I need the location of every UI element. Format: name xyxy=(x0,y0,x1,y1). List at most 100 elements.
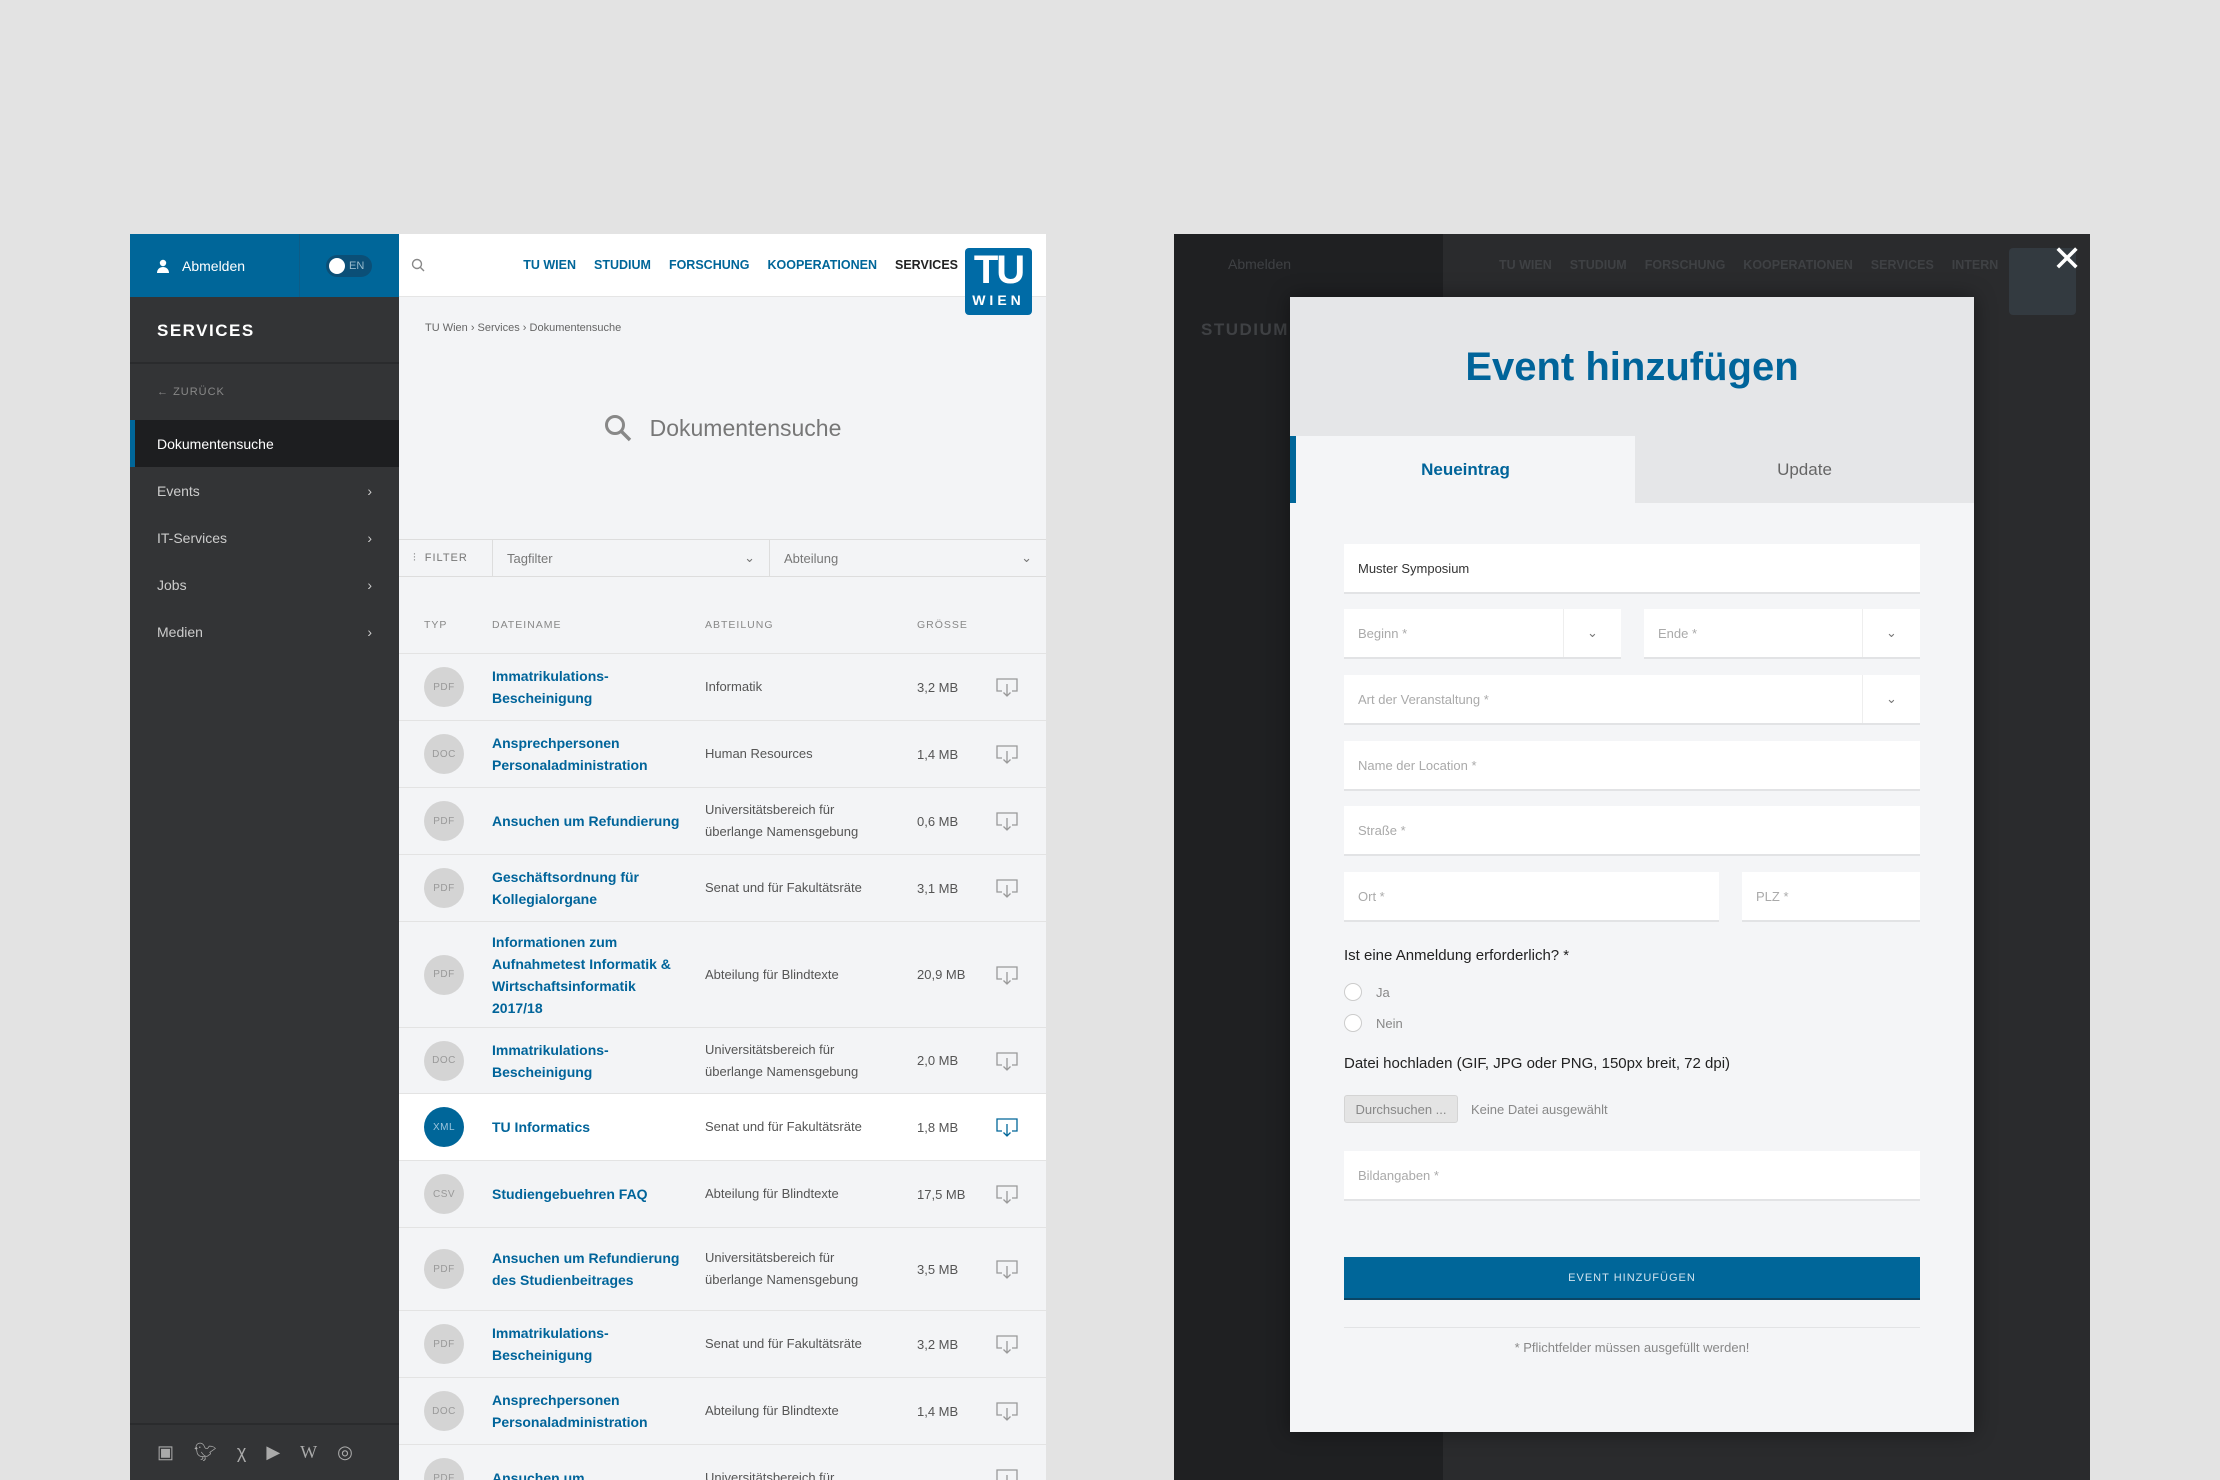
table-row[interactable]: PDF Ansuchen um Refundierung des Studien… xyxy=(399,1228,1046,1311)
end-select[interactable]: Ende * ⌄ xyxy=(1644,609,1920,659)
nav-services[interactable]: SERVICES xyxy=(895,258,958,272)
download-icon[interactable] xyxy=(995,1468,1019,1480)
department: Informatik xyxy=(705,679,763,694)
document-search-screen: Abmelden EN SERVICES ← ZURÜCK Dokumenten… xyxy=(130,234,1046,1480)
issuu-icon[interactable]: ◎ xyxy=(337,1442,353,1463)
tu-wien-logo[interactable]: TU WIEN xyxy=(965,248,1032,315)
nav-studium[interactable]: STUDIUM xyxy=(594,258,651,272)
logo-subtext: WIEN xyxy=(972,292,1025,308)
twitter-icon[interactable]: 🐦︎ xyxy=(194,1442,217,1463)
nav-kooperationen[interactable]: KOOPERATIONEN xyxy=(768,258,878,272)
sidebar-item-it-services[interactable]: IT-Services › xyxy=(130,514,399,561)
download-icon[interactable] xyxy=(995,1184,1019,1204)
download-icon[interactable] xyxy=(995,1334,1019,1354)
radio-no[interactable]: Nein xyxy=(1344,1014,1403,1032)
file-name-link[interactable]: Immatrikulations-Bescheinigung xyxy=(492,1039,682,1083)
table-row[interactable]: PDF Geschäftsordnung für Kollegialorgane… xyxy=(399,855,1046,922)
sidebar-item-events[interactable]: Events › xyxy=(130,467,399,514)
file-name-link[interactable]: Informationen zum Aufnahmetest Informati… xyxy=(492,931,682,1019)
file-name-link[interactable]: Ansuchen um Refundierung des Studienbeit… xyxy=(492,1247,682,1291)
download-icon[interactable] xyxy=(995,744,1019,764)
download-icon[interactable] xyxy=(995,1051,1019,1071)
department: Senat und für Fakultätsräte xyxy=(705,1336,862,1351)
table-row[interactable]: DOC Ansprechpersonen Personaladministrat… xyxy=(399,1378,1046,1445)
file-name-link[interactable]: Ansuchen um xyxy=(492,1467,682,1480)
document-search-field[interactable]: Dokumentensuche xyxy=(399,414,1046,442)
logout-button[interactable]: Abmelden xyxy=(130,234,300,297)
image-info-input[interactable]: Bildangaben * xyxy=(1344,1151,1920,1201)
close-modal-button[interactable]: ✕ xyxy=(2052,238,2082,280)
download-icon[interactable] xyxy=(995,878,1019,898)
download-icon[interactable] xyxy=(995,677,1019,697)
department: Senat und für Fakultätsräte xyxy=(705,1119,862,1134)
registration-question: Ist eine Anmeldung erforderlich? * xyxy=(1344,947,1570,964)
table-row[interactable]: PDF Ansuchen um Universitätsbereich für xyxy=(399,1445,1046,1480)
download-icon[interactable] xyxy=(995,965,1019,985)
file-name-link[interactable]: Ansuchen um Refundierung xyxy=(492,810,682,832)
table-header: TYP DATEINAME ABTEILUNG GRÖSSE xyxy=(399,619,1046,653)
table-row[interactable]: PDF Immatrikulations-Bescheinigung Senat… xyxy=(399,1311,1046,1378)
language-toggle[interactable]: EN xyxy=(326,254,372,277)
table-row[interactable]: CSV Studiengebuehren FAQ Abteilung für B… xyxy=(399,1161,1046,1228)
file-name-link[interactable]: Ansprechpersonen Personaladministration xyxy=(492,1389,682,1433)
table-row[interactable]: PDF Immatrikulations-Bescheinigung Infor… xyxy=(399,654,1046,721)
tab-update[interactable]: Update xyxy=(1635,436,1974,503)
file-name-link[interactable]: Immatrikulations-Bescheinigung xyxy=(492,665,682,709)
file-size: 3,1 MB xyxy=(917,880,959,896)
download-icon[interactable] xyxy=(995,1259,1019,1279)
file-size: 3,2 MB xyxy=(917,1336,959,1352)
table-row[interactable]: DOC Immatrikulations-Bescheinigung Unive… xyxy=(399,1028,1046,1094)
back-link[interactable]: ← ZURÜCK xyxy=(130,364,399,420)
header-department: ABTEILUNG xyxy=(705,619,774,631)
file-name-link[interactable]: Immatrikulations-Bescheinigung xyxy=(492,1322,682,1366)
file-size: 0,6 MB xyxy=(917,813,959,829)
language-label: EN xyxy=(349,259,365,272)
download-icon[interactable] xyxy=(995,811,1019,831)
zip-input[interactable]: PLZ * xyxy=(1742,872,1920,922)
table-row[interactable]: PDF Ansuchen um Refundierung Universität… xyxy=(399,788,1046,855)
radio-yes[interactable]: Ja xyxy=(1344,983,1390,1001)
xing-icon[interactable]: χ xyxy=(237,1442,246,1463)
filter-label: FILTER xyxy=(424,552,468,564)
department: Universitätsbereich für xyxy=(705,1470,835,1480)
table-row[interactable]: DOC Ansprechpersonen Personaladministrat… xyxy=(399,721,1046,788)
sidebar-item-medien[interactable]: Medien › xyxy=(130,608,399,655)
department-select[interactable]: Abteilung ⌄ xyxy=(770,540,1046,576)
search-icon[interactable] xyxy=(411,258,425,272)
file-name-link[interactable]: Ansprechpersonen Personaladministration xyxy=(492,732,682,776)
nav-tu-wien[interactable]: TU WIEN xyxy=(523,258,576,272)
add-event-button[interactable]: EVENT HINZUFÜGEN xyxy=(1344,1257,1920,1300)
location-input[interactable]: Name der Location * xyxy=(1344,741,1920,791)
wikipedia-icon[interactable]: W xyxy=(300,1442,317,1463)
table-row[interactable]: PDF Informationen zum Aufnahmetest Infor… xyxy=(399,922,1046,1028)
browse-button[interactable]: Durchsuchen ... xyxy=(1344,1095,1458,1123)
dimmed-sidebar-title: STUDIUM xyxy=(1201,320,1289,339)
sidebar-item-jobs[interactable]: Jobs › xyxy=(130,561,399,608)
filter-button[interactable]: ⫶ FILTER xyxy=(399,540,493,576)
tag-filter-select[interactable]: Tagfilter ⌄ xyxy=(493,540,770,576)
city-input[interactable]: Ort * xyxy=(1344,872,1719,922)
file-name-link[interactable]: TU Informatics xyxy=(492,1116,682,1138)
street-input[interactable]: Straße * xyxy=(1344,806,1920,856)
back-label: ZURÜCK xyxy=(173,386,225,398)
tab-new-entry[interactable]: Neueintrag xyxy=(1290,436,1635,503)
event-type-select[interactable]: Art der Veranstaltung * ⌄ xyxy=(1344,675,1920,725)
sidebar-item-label: IT-Services xyxy=(157,529,228,546)
file-type-badge: DOC xyxy=(424,1391,464,1431)
download-icon[interactable] xyxy=(995,1401,1019,1421)
begin-select[interactable]: Beginn * ⌄ xyxy=(1344,609,1621,659)
file-name-link[interactable]: Geschäftsordnung für Kollegialorgane xyxy=(492,866,682,910)
file-type-badge: PDF xyxy=(424,801,464,841)
youtube-icon[interactable]: ▶ xyxy=(266,1442,280,1463)
nav-forschung[interactable]: FORSCHUNG xyxy=(669,258,750,272)
sidebar-item-dokumentensuche[interactable]: Dokumentensuche xyxy=(130,420,399,467)
file-type-badge: PDF xyxy=(424,1249,464,1289)
event-modal: Event hinzufügen Neueintrag Update Muste… xyxy=(1290,297,1974,1432)
facebook-icon[interactable]: ▣ xyxy=(157,1442,174,1463)
file-size: 1,4 MB xyxy=(917,1403,959,1419)
event-name-input[interactable]: Muster Symposium xyxy=(1344,544,1920,594)
download-icon[interactable] xyxy=(995,1117,1019,1137)
tag-filter-value: Tagfilter xyxy=(507,550,553,566)
table-row[interactable]: XML TU Informatics Senat und für Fakultä… xyxy=(399,1094,1046,1161)
file-name-link[interactable]: Studiengebuehren FAQ xyxy=(492,1183,682,1205)
